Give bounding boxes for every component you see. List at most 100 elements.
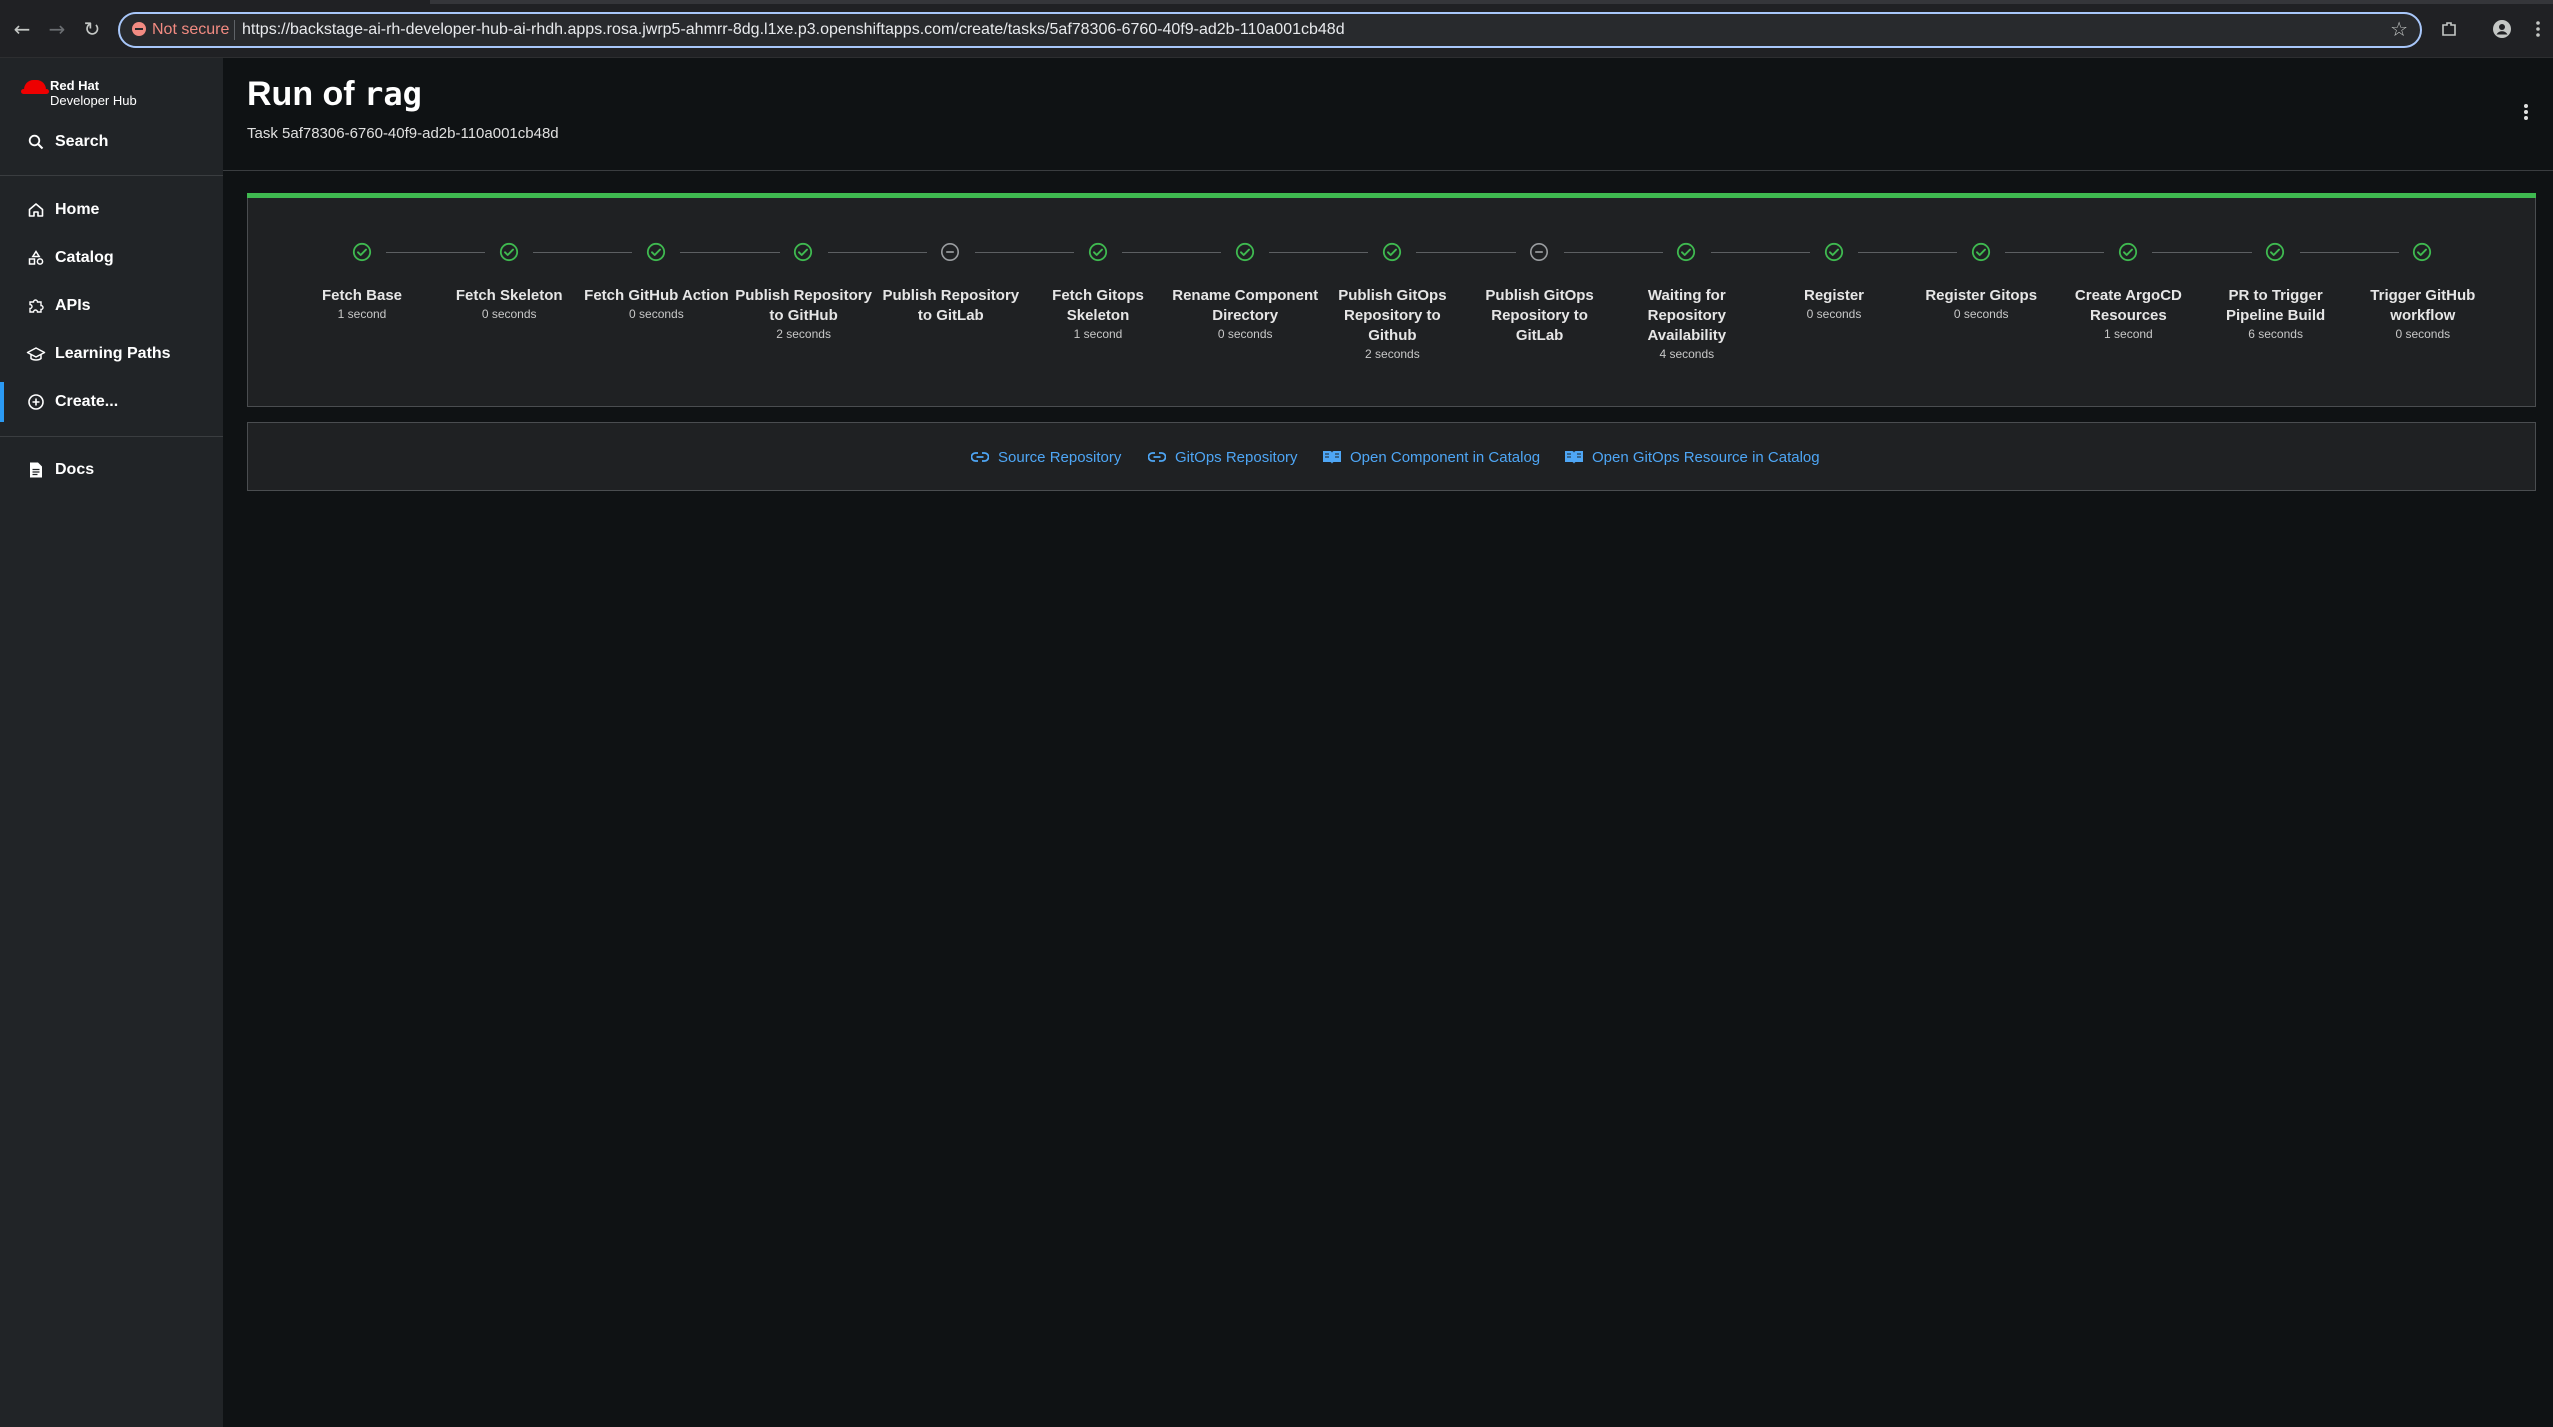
step-pr-to-trigger-pipeline-build[interactable]: PR to Trigger Pipeline Build 6 seconds — [2202, 242, 2349, 372]
check-circle-icon — [1088, 242, 1108, 262]
sidebar-item-learning-paths[interactable]: Learning Paths — [0, 334, 223, 374]
step-duration: 0 seconds — [481, 307, 537, 321]
document-icon — [26, 460, 46, 480]
graduation-cap-icon — [26, 344, 46, 364]
url-text[interactable]: https://backstage-ai-rh-developer-hub-ai… — [242, 21, 1345, 39]
step-publish-gitops-repository-to-gitlab[interactable]: Publish GitOps Repository to GitLab — [1466, 242, 1613, 372]
step-name: Publish Repository to GitHub — [735, 287, 872, 324]
check-circle-icon — [1382, 242, 1402, 262]
gitops-repository-link[interactable]: GitOps Repository — [1147, 447, 1298, 467]
step-fetch-skeleton[interactable]: Fetch Skeleton 0 seconds — [436, 242, 583, 372]
link-label: Source Repository — [998, 448, 1122, 466]
address-bar[interactable]: Not secure https://backstage-ai-rh-devel… — [118, 12, 2422, 48]
step-duration: 0 seconds — [1953, 307, 2009, 321]
open-component-in-catalog-link[interactable]: Open Component in Catalog — [1322, 447, 1540, 467]
sidebar-search-label: Search — [55, 133, 109, 150]
step-register[interactable]: Register 0 seconds — [1761, 242, 1908, 372]
step-name: Create ArgoCD Resources — [2074, 287, 2182, 324]
sidebar-item-apis[interactable]: APIs — [0, 286, 223, 326]
browser-toolbar: ← → ↻ Not secure https://backstage-ai-rh… — [0, 0, 2553, 58]
not-secure-icon — [132, 22, 146, 36]
skipped-circle-icon — [940, 242, 960, 262]
open-gitops-resource-in-catalog-link[interactable]: Open GitOps Resource in Catalog — [1564, 447, 1820, 467]
step-duration: 1 second — [1073, 327, 1123, 341]
sidebar-item-label: Home — [55, 201, 100, 218]
check-circle-icon — [352, 242, 372, 262]
check-circle-icon — [793, 242, 813, 262]
step-fetch-github-action[interactable]: Fetch GitHub Action 0 seconds — [583, 242, 730, 372]
bookmark-star-icon[interactable]: ☆ — [2390, 17, 2408, 41]
step-duration: 0 seconds — [2395, 327, 2451, 341]
back-icon[interactable]: ← — [10, 17, 34, 41]
check-circle-icon — [499, 242, 519, 262]
reload-icon[interactable]: ↻ — [80, 17, 104, 41]
link-label: Open GitOps Resource in Catalog — [1592, 448, 1820, 466]
logo-line1: Red Hat — [50, 78, 100, 93]
check-circle-icon — [646, 242, 666, 262]
extensions-icon[interactable] — [2437, 17, 2461, 41]
sidebar-item-create[interactable]: Create... — [0, 382, 223, 422]
kebab-menu-icon[interactable] — [2520, 100, 2532, 124]
sidebar-item-home[interactable]: Home — [0, 190, 223, 230]
sidebar-item-catalog[interactable]: Catalog — [0, 238, 223, 278]
step-register-gitops[interactable]: Register Gitops 0 seconds — [1908, 242, 2055, 372]
link-icon — [1147, 447, 1167, 467]
security-label[interactable]: Not secure — [152, 21, 229, 39]
step-duration: 2 seconds — [1365, 347, 1420, 361]
check-circle-icon — [2412, 242, 2432, 262]
task-steps-card: Fetch Base 1 second Fetch Skeleton 0 second… — [247, 193, 2536, 407]
search-icon — [26, 132, 46, 152]
add-circle-icon — [26, 392, 46, 412]
step-duration: 4 seconds — [1659, 347, 1715, 361]
step-name: Publish GitOps Repository to Github — [1338, 287, 1447, 344]
step-name: Rename Component Directory — [1172, 287, 1319, 324]
browser-menu-icon[interactable] — [2526, 17, 2550, 41]
profile-avatar-icon[interactable] — [2490, 17, 2514, 41]
task-id: Task 5af78306-6760-40f9-ad2b-110a001cb48… — [247, 125, 559, 142]
active-indicator — [0, 382, 4, 422]
puzzle-icon — [26, 296, 46, 316]
step-name: Fetch Skeleton — [455, 287, 563, 304]
forward-icon[interactable]: → — [45, 17, 69, 41]
step-fetch-base[interactable]: Fetch Base 1 second — [289, 242, 436, 372]
sidebar-search[interactable]: Search — [0, 122, 223, 162]
logo-line2: Developer Hub — [50, 93, 137, 108]
home-icon — [26, 200, 46, 220]
page-title-prefix: Run of — [247, 75, 355, 113]
page-title-template-name: rag — [364, 75, 422, 113]
app-root: ← → ↻ Not secure https://backstage-ai-rh… — [0, 0, 2553, 1427]
check-circle-icon — [1824, 242, 1844, 262]
check-circle-icon — [1971, 242, 1991, 262]
sidebar-item-label: Docs — [55, 461, 95, 478]
check-circle-icon — [2265, 242, 2285, 262]
check-circle-icon — [1235, 242, 1255, 262]
source-repository-link[interactable]: Source Repository — [970, 447, 1121, 467]
step-rename-component-directory[interactable]: Rename Component Directory 0 seconds — [1172, 242, 1319, 372]
sidebar-divider — [0, 436, 223, 437]
step-create-argocd-resources[interactable]: Create ArgoCD Resources 1 second — [2055, 242, 2202, 372]
step-waiting-for-repository-availability[interactable]: Waiting for Repository Availability 4 sec… — [1613, 242, 1760, 372]
step-publish-gitops-repository-to-github[interactable]: Publish GitOps Repository to Github 2 sec… — [1319, 242, 1466, 372]
step-name: Publish GitOps Repository to GitLab — [1485, 287, 1594, 344]
sidebar: Red Hat Developer Hub Search Home Catalo… — [0, 58, 223, 1427]
step-publish-repository-to-github[interactable]: Publish Repository to GitHub 2 seconds — [730, 242, 877, 372]
step-name: PR to Trigger Pipeline Build — [2226, 287, 2326, 324]
header-divider — [223, 170, 2553, 171]
step-fetch-gitops-skeleton[interactable]: Fetch Gitops Skeleton 1 second — [1025, 242, 1172, 372]
catalog-book-icon — [1564, 447, 1584, 467]
step-name: Publish Repository to GitLab — [882, 287, 1020, 324]
sidebar-item-label: Catalog — [55, 249, 114, 266]
step-duration: 0 seconds — [1806, 307, 1862, 321]
link-label: GitOps Repository — [1175, 448, 1298, 466]
sidebar-divider — [0, 175, 223, 176]
step-duration: 1 second — [337, 307, 387, 321]
step-trigger-github-workflow[interactable]: Trigger GitHub workflow 0 seconds — [2349, 242, 2496, 372]
url-separator — [234, 20, 235, 40]
step-duration: 0 seconds — [1217, 327, 1273, 341]
active-tab[interactable] — [0, 0, 430, 4]
sidebar-item-label: APIs — [55, 297, 91, 314]
sidebar-item-docs[interactable]: Docs — [0, 450, 223, 490]
red-hat-developer-hub-logo[interactable]: Red Hat Developer Hub — [21, 78, 204, 110]
step-publish-repository-to-gitlab[interactable]: Publish Repository to GitLab — [877, 242, 1024, 372]
step-duration: 6 seconds — [2248, 327, 2303, 341]
